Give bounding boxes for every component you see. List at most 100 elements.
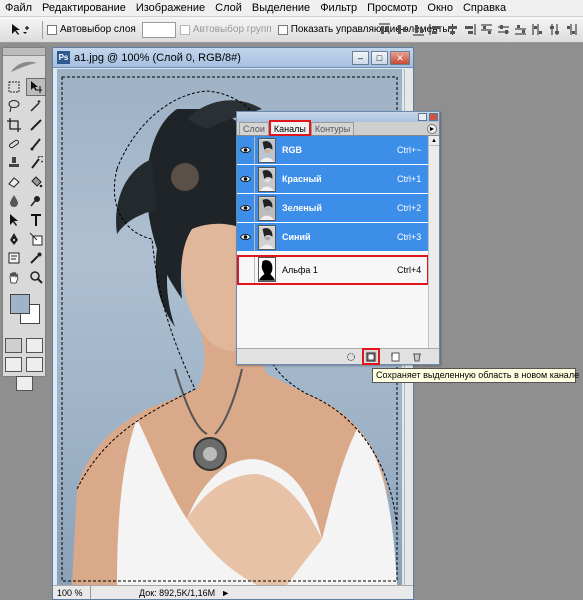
delete-channel-icon[interactable] xyxy=(411,351,423,362)
menu-edit[interactable]: Редактирование xyxy=(37,2,131,14)
visibility-eye-icon[interactable] xyxy=(237,194,255,222)
dodge-tool-icon[interactable] xyxy=(26,192,46,210)
auto-select-groups-label: Автовыбор групп xyxy=(192,24,272,35)
menu-image[interactable]: Изображение xyxy=(131,2,210,14)
zoom-tool-icon[interactable] xyxy=(26,268,46,286)
visibility-eye-icon[interactable] xyxy=(237,165,255,193)
visibility-toggle-empty[interactable] xyxy=(237,256,255,283)
align-vcenter-icon[interactable] xyxy=(394,21,409,37)
checkbox-box xyxy=(277,24,288,35)
pen-tool-icon[interactable] xyxy=(4,230,24,248)
standard-mode-button[interactable] xyxy=(5,338,22,353)
eraser-tool-icon[interactable] xyxy=(4,173,24,191)
channel-name: Альфа 1 xyxy=(282,264,318,275)
channel-row-alpha[interactable]: Альфа 1 Ctrl+4 xyxy=(237,255,429,285)
blur-tool-icon[interactable] xyxy=(4,192,24,210)
visibility-eye-icon[interactable] xyxy=(237,223,255,251)
align-bottom-icon[interactable] xyxy=(411,21,426,37)
zoom-level[interactable]: 100 % xyxy=(53,586,91,599)
menu-file[interactable]: Файл xyxy=(0,2,37,14)
create-new-channel-icon[interactable] xyxy=(389,351,401,362)
minimize-button[interactable]: – xyxy=(352,51,369,65)
channel-row-blue[interactable]: Синий Ctrl+3 xyxy=(237,223,429,252)
status-menu-arrow-icon[interactable]: ► xyxy=(221,588,230,598)
menu-filter[interactable]: Фильтр xyxy=(315,2,362,14)
screen-mode-full-button[interactable] xyxy=(26,357,43,372)
maximize-button[interactable]: □ xyxy=(371,51,388,65)
channel-thumbnail xyxy=(258,137,276,163)
distribute-center-icon[interactable] xyxy=(496,21,511,37)
panel-close-button[interactable] xyxy=(429,113,438,121)
quick-mask-button[interactable] xyxy=(26,338,43,353)
align-right-icon[interactable] xyxy=(462,21,477,37)
history-brush-icon[interactable] xyxy=(26,154,46,172)
tab-paths[interactable]: Контуры xyxy=(310,122,355,135)
distribute-bottom-icon[interactable] xyxy=(513,21,528,37)
paint-bucket-icon[interactable] xyxy=(26,173,46,191)
align-left-icon[interactable] xyxy=(428,21,443,37)
visibility-eye-icon[interactable] xyxy=(237,136,255,164)
distribute-right-icon[interactable] xyxy=(564,21,579,37)
healing-brush-icon[interactable] xyxy=(4,135,24,153)
marquee-tool-icon[interactable] xyxy=(4,78,24,96)
eyedropper-icon[interactable] xyxy=(26,249,46,267)
menu-view[interactable]: Просмотр xyxy=(362,2,422,14)
quick-mask-buttons xyxy=(3,338,45,353)
clone-stamp-icon[interactable] xyxy=(4,154,24,172)
type-tool-icon[interactable] xyxy=(26,211,46,229)
panel-minimize-button[interactable] xyxy=(418,113,427,121)
toolbox-header[interactable] xyxy=(3,48,45,56)
toolbox xyxy=(2,47,46,391)
notes-tool-icon[interactable] xyxy=(4,249,24,267)
channel-row-red[interactable]: Красный Ctrl+1 xyxy=(237,165,429,194)
align-top-icon[interactable] xyxy=(377,21,392,37)
channel-row-rgb[interactable]: RGB Ctrl+~ xyxy=(237,136,429,165)
foreground-color-swatch[interactable] xyxy=(10,294,30,314)
channel-row-green[interactable]: Зеленый Ctrl+2 xyxy=(237,194,429,223)
scroll-up-arrow-icon[interactable]: ▲ xyxy=(429,136,439,146)
tab-layers[interactable]: Слои xyxy=(239,122,269,135)
slice-tool-icon[interactable] xyxy=(26,116,46,134)
auto-select-dropdown[interactable] xyxy=(141,21,176,38)
tab-channels[interactable]: Каналы xyxy=(268,120,311,136)
move-tool-icon[interactable] xyxy=(26,78,46,96)
brush-tool-icon[interactable] xyxy=(26,135,46,153)
distribute-left-icon[interactable] xyxy=(530,21,545,37)
save-selection-as-channel-icon[interactable] xyxy=(362,348,380,365)
document-titlebar[interactable]: Ps a1.jpg @ 100% (Слой 0, RGB/8#) – □ ✕ xyxy=(53,48,413,68)
jump-to-buttons xyxy=(3,376,45,391)
menu-help[interactable]: Справка xyxy=(458,2,511,14)
channels-panel: Слои Каналы Контуры ► RGB Ctrl+~ Красный… xyxy=(236,111,440,365)
panel-scrollbar[interactable]: ▲ xyxy=(428,136,439,348)
auto-select-layer-checkbox[interactable]: Автовыбор слоя xyxy=(47,24,136,35)
menu-layer[interactable]: Слой xyxy=(210,2,247,14)
screen-mode-standard-button[interactable] xyxy=(5,357,22,372)
align-buttons-group xyxy=(375,21,579,37)
distribute-hcenter-icon[interactable] xyxy=(547,21,562,37)
photoshop-doc-icon: Ps xyxy=(57,51,70,64)
crop-tool-icon[interactable] xyxy=(4,116,24,134)
panel-menu-arrow-icon[interactable]: ► xyxy=(427,124,437,134)
channel-name: Красный xyxy=(282,174,322,184)
channel-name: Зеленый xyxy=(282,203,322,213)
align-hcenter-icon[interactable] xyxy=(445,21,460,37)
close-button[interactable]: ✕ xyxy=(390,51,410,65)
load-channel-as-selection-icon[interactable] xyxy=(345,351,357,362)
channel-shortcut: Ctrl+4 xyxy=(397,264,422,275)
move-tool-preset-icon[interactable] xyxy=(4,20,38,40)
channel-shortcut: Ctrl+3 xyxy=(397,232,422,242)
jump-to-imageready-button[interactable] xyxy=(15,376,33,391)
distribute-top-icon[interactable] xyxy=(479,21,494,37)
menu-select[interactable]: Выделение xyxy=(247,2,315,14)
panel-titlebar[interactable] xyxy=(237,112,439,122)
menu-window[interactable]: Окно xyxy=(422,2,458,14)
path-selection-icon[interactable] xyxy=(4,211,24,229)
shape-tool-icon[interactable] xyxy=(26,230,46,248)
options-separator xyxy=(42,20,43,39)
status-bar: 100 % Док: 892,5K/1,16M ► xyxy=(53,585,413,599)
magic-wand-icon[interactable] xyxy=(26,97,46,115)
auto-select-groups-checkbox[interactable]: Автовыбор групп xyxy=(179,24,272,35)
hand-tool-icon[interactable] xyxy=(4,268,24,286)
lasso-tool-icon[interactable] xyxy=(4,97,24,115)
channel-name: Синий xyxy=(282,232,311,242)
